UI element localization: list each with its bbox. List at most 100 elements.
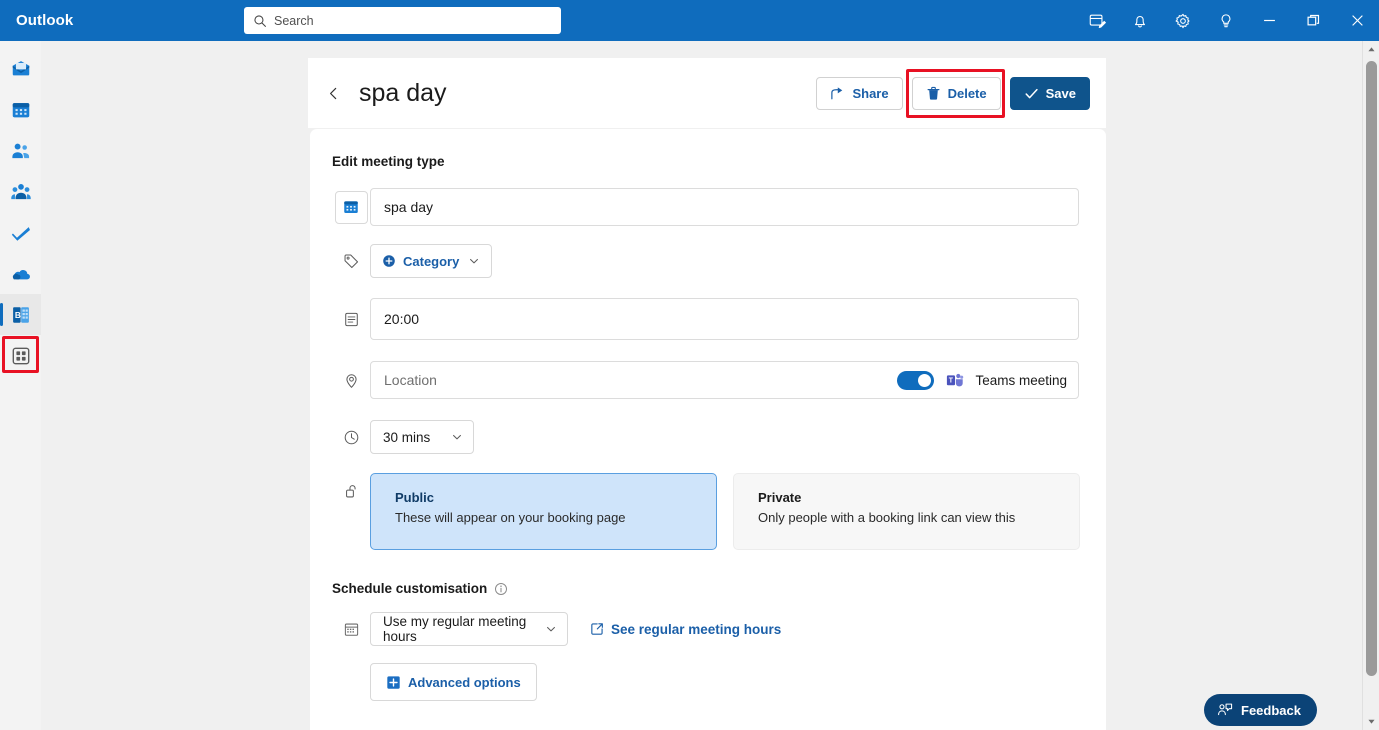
- description-value: 20:00: [384, 311, 419, 327]
- page-scrollbar[interactable]: [1362, 41, 1379, 730]
- scrollbar-thumb[interactable]: [1366, 61, 1377, 676]
- sidebar-item-apps[interactable]: [0, 335, 41, 376]
- delete-button[interactable]: Delete: [912, 77, 1001, 110]
- description-row: 20:00: [332, 298, 1106, 340]
- back-button[interactable]: [318, 78, 348, 108]
- see-regular-meeting-hours-link[interactable]: See regular meeting hours: [590, 622, 781, 637]
- meeting-title-value: spa day: [384, 199, 433, 215]
- description-icon: [332, 311, 370, 328]
- plus-square-icon: [386, 675, 401, 690]
- meeting-hours-row: Use my regular meeting hours Se: [332, 612, 1106, 646]
- feedback-icon: [1217, 702, 1233, 718]
- minimize-icon[interactable]: [1247, 0, 1291, 41]
- save-button[interactable]: Save: [1010, 77, 1090, 110]
- share-icon: [830, 86, 845, 101]
- edit-meeting-card: Edit meeting type: [310, 129, 1106, 730]
- triangle-up-icon: [1367, 45, 1376, 54]
- note-edit-icon[interactable]: [1075, 0, 1118, 41]
- title-bar: Outlook Search: [0, 0, 1379, 41]
- clock-icon: [332, 429, 370, 446]
- mail-icon: [10, 58, 32, 80]
- private-description: Only people with a booking link can view…: [758, 510, 1079, 525]
- duration-row: 30 mins: [332, 420, 1106, 454]
- see-regular-meeting-hours-label: See regular meeting hours: [611, 622, 781, 637]
- plus-circle-icon: [382, 254, 396, 268]
- sidebar-item-people[interactable]: [0, 130, 41, 171]
- meeting-title-input[interactable]: spa day: [370, 188, 1079, 226]
- public-title: Public: [395, 490, 716, 505]
- advanced-options-button[interactable]: Advanced options: [370, 663, 537, 701]
- location-row: Location T Teams meeting: [332, 361, 1106, 399]
- sidebar-item-bookings[interactable]: B: [0, 294, 41, 335]
- restore-icon[interactable]: [1291, 0, 1335, 41]
- public-description: These will appear on your booking page: [395, 510, 716, 525]
- scroll-down-button[interactable]: [1363, 713, 1379, 730]
- search-icon: [253, 14, 267, 28]
- save-label: Save: [1046, 86, 1076, 101]
- calendar-grid-icon: [332, 621, 370, 638]
- advanced-options-row: Advanced options: [332, 663, 1106, 701]
- meeting-hours-select[interactable]: Use my regular meeting hours: [370, 612, 568, 646]
- sidebar-item-mail[interactable]: [0, 48, 41, 89]
- feedback-label: Feedback: [1241, 703, 1301, 718]
- unlock-icon: [332, 473, 370, 500]
- visibility-option-public[interactable]: Public These will appear on your booking…: [370, 473, 717, 550]
- delete-label: Delete: [948, 86, 987, 101]
- visibility-option-private[interactable]: Private Only people with a booking link …: [733, 473, 1080, 550]
- category-dropdown[interactable]: Category: [370, 244, 492, 278]
- calendar-icon: [10, 99, 32, 121]
- chevron-down-icon: [545, 623, 557, 635]
- teams-meeting-toggle[interactable]: [897, 371, 934, 390]
- duration-value: 30 mins: [383, 430, 430, 445]
- schedule-section-title: Schedule customisation: [332, 581, 487, 596]
- panel-header: spa day Share: [308, 58, 1106, 128]
- location-input[interactable]: Location T Teams meeting: [370, 361, 1079, 399]
- section-title-edit-meeting-type: Edit meeting type: [332, 154, 445, 169]
- teams-icon: T: [945, 371, 964, 390]
- close-icon[interactable]: [1335, 0, 1379, 41]
- search-input[interactable]: Search: [244, 7, 561, 34]
- visibility-options: Public These will appear on your booking…: [370, 473, 1080, 550]
- svg-text:B: B: [14, 310, 20, 319]
- gear-icon[interactable]: [1161, 0, 1204, 41]
- share-label: Share: [852, 86, 888, 101]
- outlook-bookings-window: Outlook Search: [0, 0, 1379, 730]
- app-rail: B: [0, 41, 41, 730]
- teams-meeting-label: Teams meeting: [975, 373, 1067, 388]
- duration-select[interactable]: 30 mins: [370, 420, 474, 454]
- groups-icon: [10, 181, 32, 203]
- share-button[interactable]: Share: [816, 77, 902, 110]
- lightbulb-icon[interactable]: [1204, 0, 1247, 41]
- sidebar-item-onedrive[interactable]: [0, 253, 41, 294]
- schedule-customisation-header: Schedule customisation: [332, 581, 1106, 596]
- header-actions: Share Delete: [816, 77, 1106, 110]
- titlebar-actions: [1075, 0, 1379, 41]
- location-placeholder: Location: [384, 372, 437, 388]
- feedback-button[interactable]: Feedback: [1204, 694, 1317, 726]
- chevron-left-icon: [326, 86, 341, 101]
- external-link-icon: [590, 622, 604, 636]
- sidebar-item-calendar[interactable]: [0, 89, 41, 130]
- tag-icon: [332, 253, 370, 270]
- apps-grid-icon: [10, 345, 32, 367]
- sidebar-item-to-do[interactable]: [0, 212, 41, 253]
- info-icon[interactable]: [494, 582, 508, 596]
- sidebar-item-groups[interactable]: [0, 171, 41, 212]
- description-input[interactable]: 20:00: [370, 298, 1079, 340]
- bookings-icon: B: [10, 304, 32, 326]
- meeting-hours-value: Use my regular meeting hours: [383, 614, 545, 644]
- meeting-title-icon-wrap: [332, 191, 370, 224]
- bell-icon[interactable]: [1118, 0, 1161, 41]
- meeting-title-row: spa day: [332, 188, 1106, 226]
- visibility-row: Public These will appear on your booking…: [332, 473, 1106, 550]
- search-placeholder: Search: [274, 14, 314, 28]
- scroll-up-button[interactable]: [1363, 41, 1379, 58]
- category-row: Category: [332, 244, 1106, 278]
- location-pin-icon: [332, 372, 370, 389]
- private-title: Private: [758, 490, 1079, 505]
- trash-icon: [926, 86, 941, 101]
- app-brand: Outlook: [16, 12, 73, 29]
- calendar-icon: [335, 191, 368, 224]
- page-title: spa day: [359, 79, 447, 108]
- people-icon: [10, 140, 32, 162]
